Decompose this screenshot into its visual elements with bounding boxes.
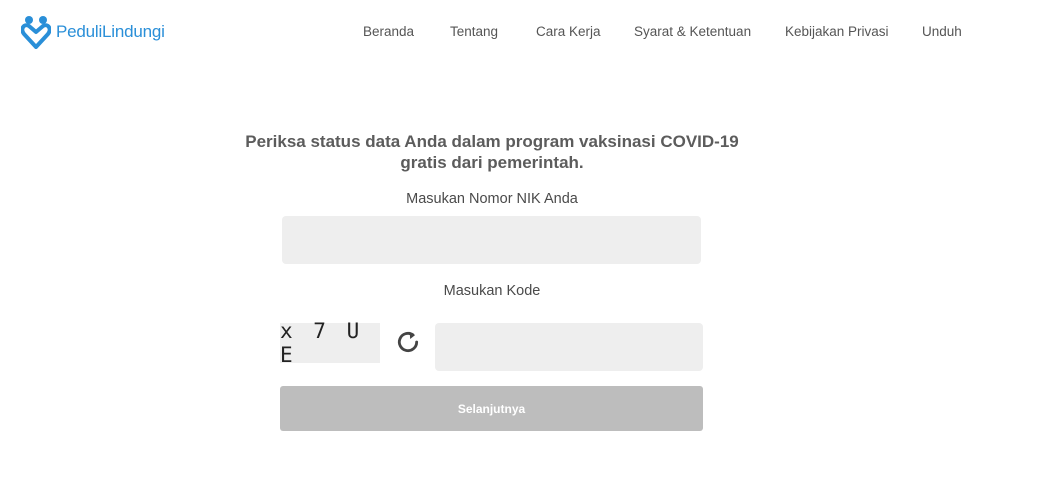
header: PeduliLindungi Beranda Tentang Cara Kerj… xyxy=(0,0,1037,64)
page-title: Periksa status data Anda dalam program v… xyxy=(245,132,739,172)
nav-cara-kerja[interactable]: Cara Kerja xyxy=(536,24,601,39)
nav-beranda[interactable]: Beranda xyxy=(363,24,414,39)
nav-tentang[interactable]: Tentang xyxy=(450,24,498,39)
nav-unduh[interactable]: Unduh xyxy=(922,24,962,39)
refresh-captcha-icon[interactable] xyxy=(395,329,421,355)
captcha-code-input[interactable] xyxy=(435,323,703,371)
nav-syarat-ketentuan[interactable]: Syarat & Ketentuan xyxy=(634,24,751,39)
next-button[interactable]: Selanjutnya xyxy=(280,386,703,431)
captcha-image: x 7 U E xyxy=(280,319,380,367)
code-label: Masukan Kode xyxy=(443,283,541,299)
nav-kebijakan-privasi[interactable]: Kebijakan Privasi xyxy=(785,24,889,39)
pedulilindungi-logo-icon xyxy=(21,16,51,49)
nik-input[interactable] xyxy=(282,216,701,264)
brand-name: PeduliLindungi xyxy=(56,22,165,41)
logo[interactable]: PeduliLindungi xyxy=(21,15,165,49)
nik-label: Masukan Nomor NIK Anda xyxy=(406,191,578,207)
